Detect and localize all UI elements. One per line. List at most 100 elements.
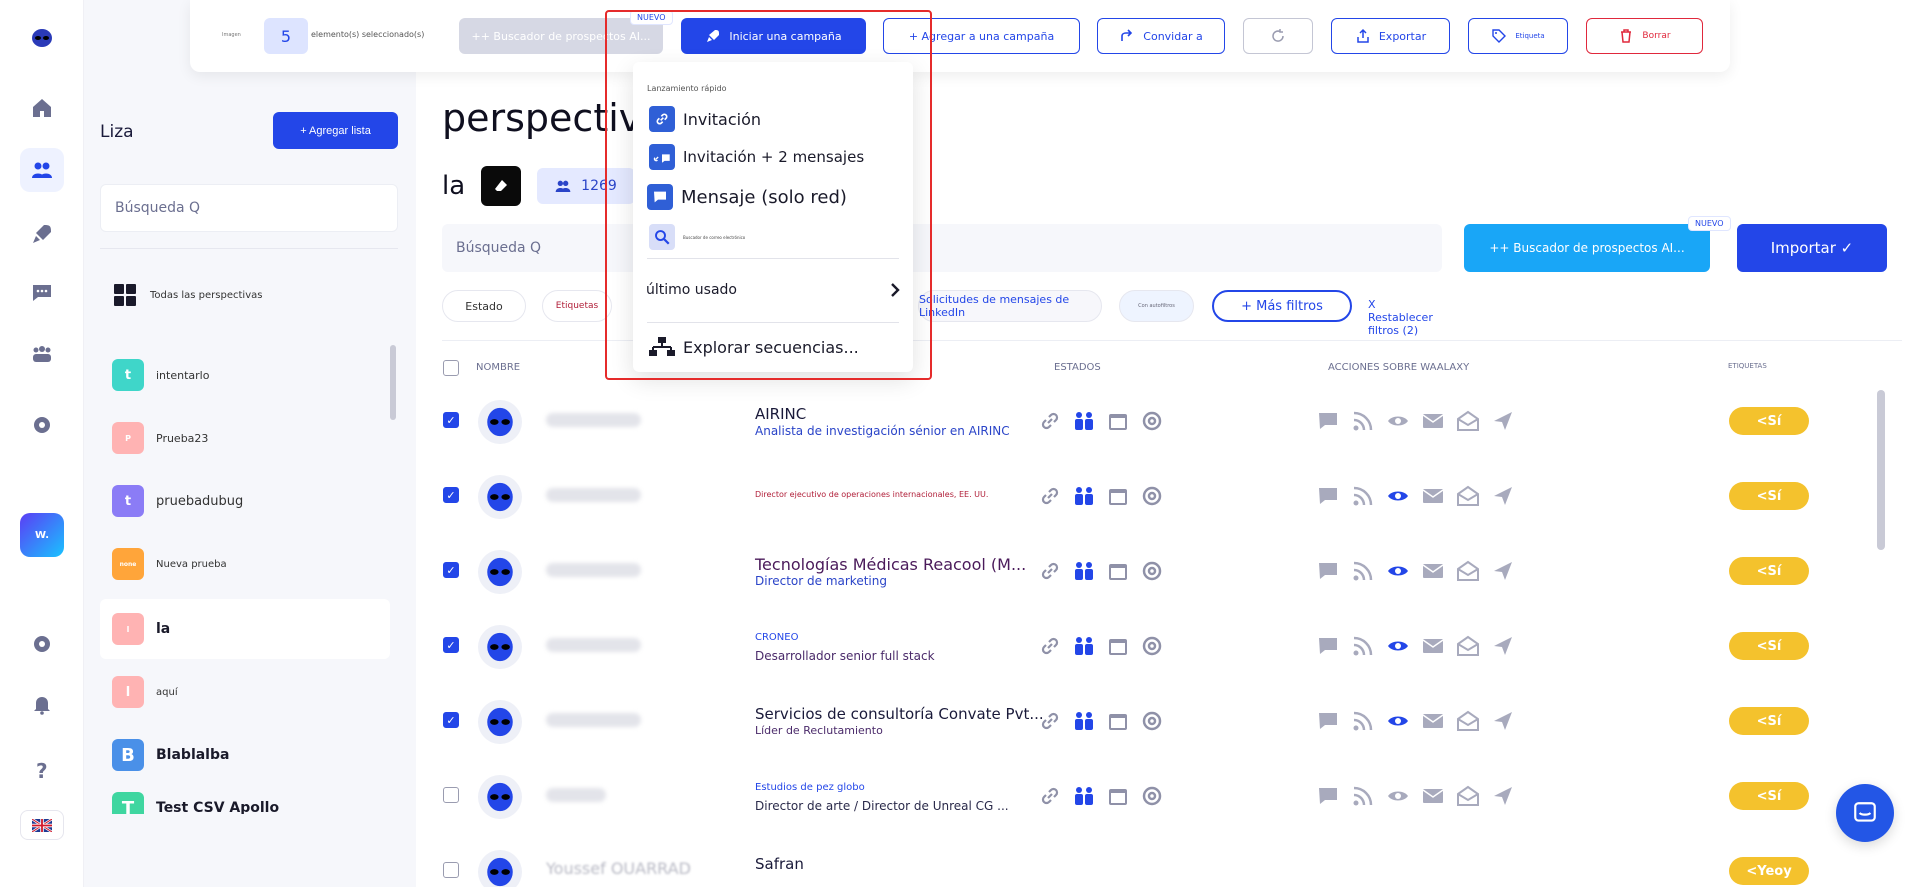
table-row[interactable]: ✓ AIRINC Analista de investigación sénio… [416, 383, 1920, 457]
open-mail-icon [1457, 635, 1479, 656]
table-row[interactable]: ✓ CRONEO Desarrollador senior full stack… [416, 608, 1920, 682]
status-icons [1038, 484, 1164, 508]
table-row[interactable]: Estudios de pez globo Director de arte /… [416, 758, 1920, 832]
send-icon [1494, 487, 1512, 505]
tag-badge[interactable]: <Sí [1729, 782, 1809, 810]
more-filters-button[interactable]: + Más filtros [1212, 290, 1352, 322]
messages-icon[interactable] [20, 270, 64, 314]
filter-labels[interactable]: Etiquetas [542, 290, 612, 322]
waalaxy-actions [1316, 559, 1515, 583]
invite-button[interactable]: Convidar a [1097, 18, 1225, 54]
people-icon [1075, 412, 1093, 430]
reset-filters-link[interactable]: X Restablecer filtros (2) [1368, 298, 1433, 337]
menu-item-explore-sequences[interactable]: Explorar secuencias... [649, 336, 859, 358]
all-prospects-item[interactable]: Todas las perspectivas [114, 284, 262, 306]
list-item[interactable]: B Blablalba [100, 725, 390, 785]
refresh-button[interactable] [1243, 18, 1313, 54]
list-item-selected[interactable]: l la [100, 599, 390, 659]
tag-badge[interactable]: <Sí [1729, 632, 1809, 660]
row-checkbox[interactable]: ✓ [443, 487, 459, 503]
lists-search-input[interactable]: Búsqueda Q [100, 184, 398, 232]
workspace-badge[interactable]: W. [20, 513, 64, 557]
menu-item-label: Invitación [683, 109, 762, 129]
list-item[interactable]: l aquí [100, 662, 390, 722]
settings-gear-icon[interactable] [20, 403, 64, 447]
blurred-name: Youssef OUARRAD [546, 859, 691, 878]
start-campaign-button[interactable]: Iniciar una campaña [681, 18, 866, 54]
delete-button[interactable]: Borrar [1586, 18, 1703, 54]
table-row[interactable]: ✓ Director ejecutivo de operaciones inte… [416, 458, 1920, 532]
row-checkbox[interactable] [443, 862, 459, 878]
row-checkbox[interactable]: ✓ [443, 412, 459, 428]
prospects-icon[interactable] [20, 148, 64, 192]
table-scrollbar[interactable] [1877, 390, 1885, 550]
row-checkbox[interactable]: ✓ [443, 712, 459, 728]
bell-icon[interactable] [20, 682, 64, 726]
svg-text:?: ? [36, 759, 48, 782]
add-to-campaign-button[interactable]: + Agregar a una campaña [883, 18, 1080, 54]
calendar-icon [1109, 489, 1127, 505]
menu-item-last-used[interactable]: último usado [646, 282, 902, 298]
filter-linkedin-requests[interactable]: Solicitudes de mensajes de LinkedIn [918, 290, 1102, 322]
export-button[interactable]: Exportar [1331, 18, 1450, 54]
menu-item-invitation[interactable]: Invitación [649, 106, 761, 132]
send-icon [1494, 787, 1512, 805]
lists-scrollbar[interactable] [390, 345, 396, 420]
divider [100, 248, 398, 249]
add-list-button[interactable]: + Agregar lista [273, 112, 398, 149]
list-name: Nueva prueba [156, 558, 227, 570]
send-icon [1494, 562, 1512, 580]
tag-badge[interactable]: <Sí [1729, 707, 1809, 735]
menu-item-message-network[interactable]: Mensaje (solo red) [647, 184, 847, 210]
chat-support-button[interactable] [1836, 784, 1894, 842]
row-checkbox[interactable]: ✓ [443, 562, 459, 578]
list-avatar: l [112, 613, 144, 645]
row-checkbox[interactable] [443, 787, 459, 803]
calendar-icon [1109, 789, 1127, 805]
table-row[interactable]: ✓ Servicios de consultoría Convate Pvt..… [416, 683, 1920, 757]
list-item[interactable]: t pruebadubug [100, 471, 390, 531]
at-icon [1142, 636, 1162, 656]
alien-avatar-icon [478, 700, 522, 744]
waalaxy-actions [1316, 634, 1515, 658]
blurred-name [546, 563, 641, 577]
prospects-search-input[interactable]: Búsqueda Q [442, 224, 1442, 272]
alien-avatar-icon [478, 775, 522, 819]
table-row[interactable]: ✓ Tecnologías Médicas Reacool (M... Dire… [416, 533, 1920, 607]
menu-item-invitation-2-messages[interactable]: Invitación + 2 mensajes [649, 144, 864, 170]
tag-button[interactable]: Etiqueta [1468, 18, 1568, 54]
send-icon [1494, 712, 1512, 730]
quick-launch-section: Lanzamiento rápido [647, 84, 727, 93]
list-item[interactable]: t intentarlo [100, 345, 390, 405]
company: CRONEO [755, 632, 799, 643]
uk-flag-icon[interactable] [20, 810, 64, 840]
tag-badge[interactable]: <Sí [1729, 557, 1809, 585]
menu-item-email-finder[interactable]: Buscador de correo electrónico [649, 224, 745, 250]
tag-badge[interactable]: <Sí [1729, 407, 1809, 435]
filter-state[interactable]: Estado [442, 290, 526, 322]
selected-label: elemento(s) seleccionado(s) [311, 30, 425, 39]
ai-prospect-finder-button[interactable]: ++ Buscador de prospectos AI... [1464, 224, 1710, 272]
list-item[interactable]: P Prueba23 [100, 408, 390, 468]
alien-avatar-icon [478, 475, 522, 519]
import-button[interactable]: Importar ✓ [1737, 224, 1887, 272]
open-mail-icon [1457, 785, 1479, 806]
account-settings-icon[interactable] [20, 622, 64, 666]
team-icon[interactable] [20, 332, 64, 376]
filter-tiny[interactable]: Con autofiltros [1119, 290, 1194, 322]
mail-icon [1422, 564, 1444, 578]
table-row[interactable]: Youssef OUARRAD Safran <Yeoy [416, 833, 1920, 887]
waalaxy-logo-icon[interactable] [20, 16, 64, 60]
row-checkbox[interactable]: ✓ [443, 637, 459, 653]
home-icon[interactable] [20, 86, 64, 130]
help-icon[interactable]: ? [20, 748, 64, 792]
tag-badge[interactable]: <Yeoy [1729, 857, 1809, 885]
list-item[interactable]: T Test CSV Apollo [100, 792, 390, 814]
tag-badge[interactable]: <Sí [1729, 482, 1809, 510]
at-icon [1142, 561, 1162, 581]
rocket-icon[interactable] [20, 212, 64, 256]
prospect-count: 1269 [581, 178, 617, 194]
list-item[interactable]: none Nueva prueba [100, 534, 390, 594]
rocket-icon [707, 30, 720, 42]
eraser-icon[interactable] [481, 166, 522, 206]
